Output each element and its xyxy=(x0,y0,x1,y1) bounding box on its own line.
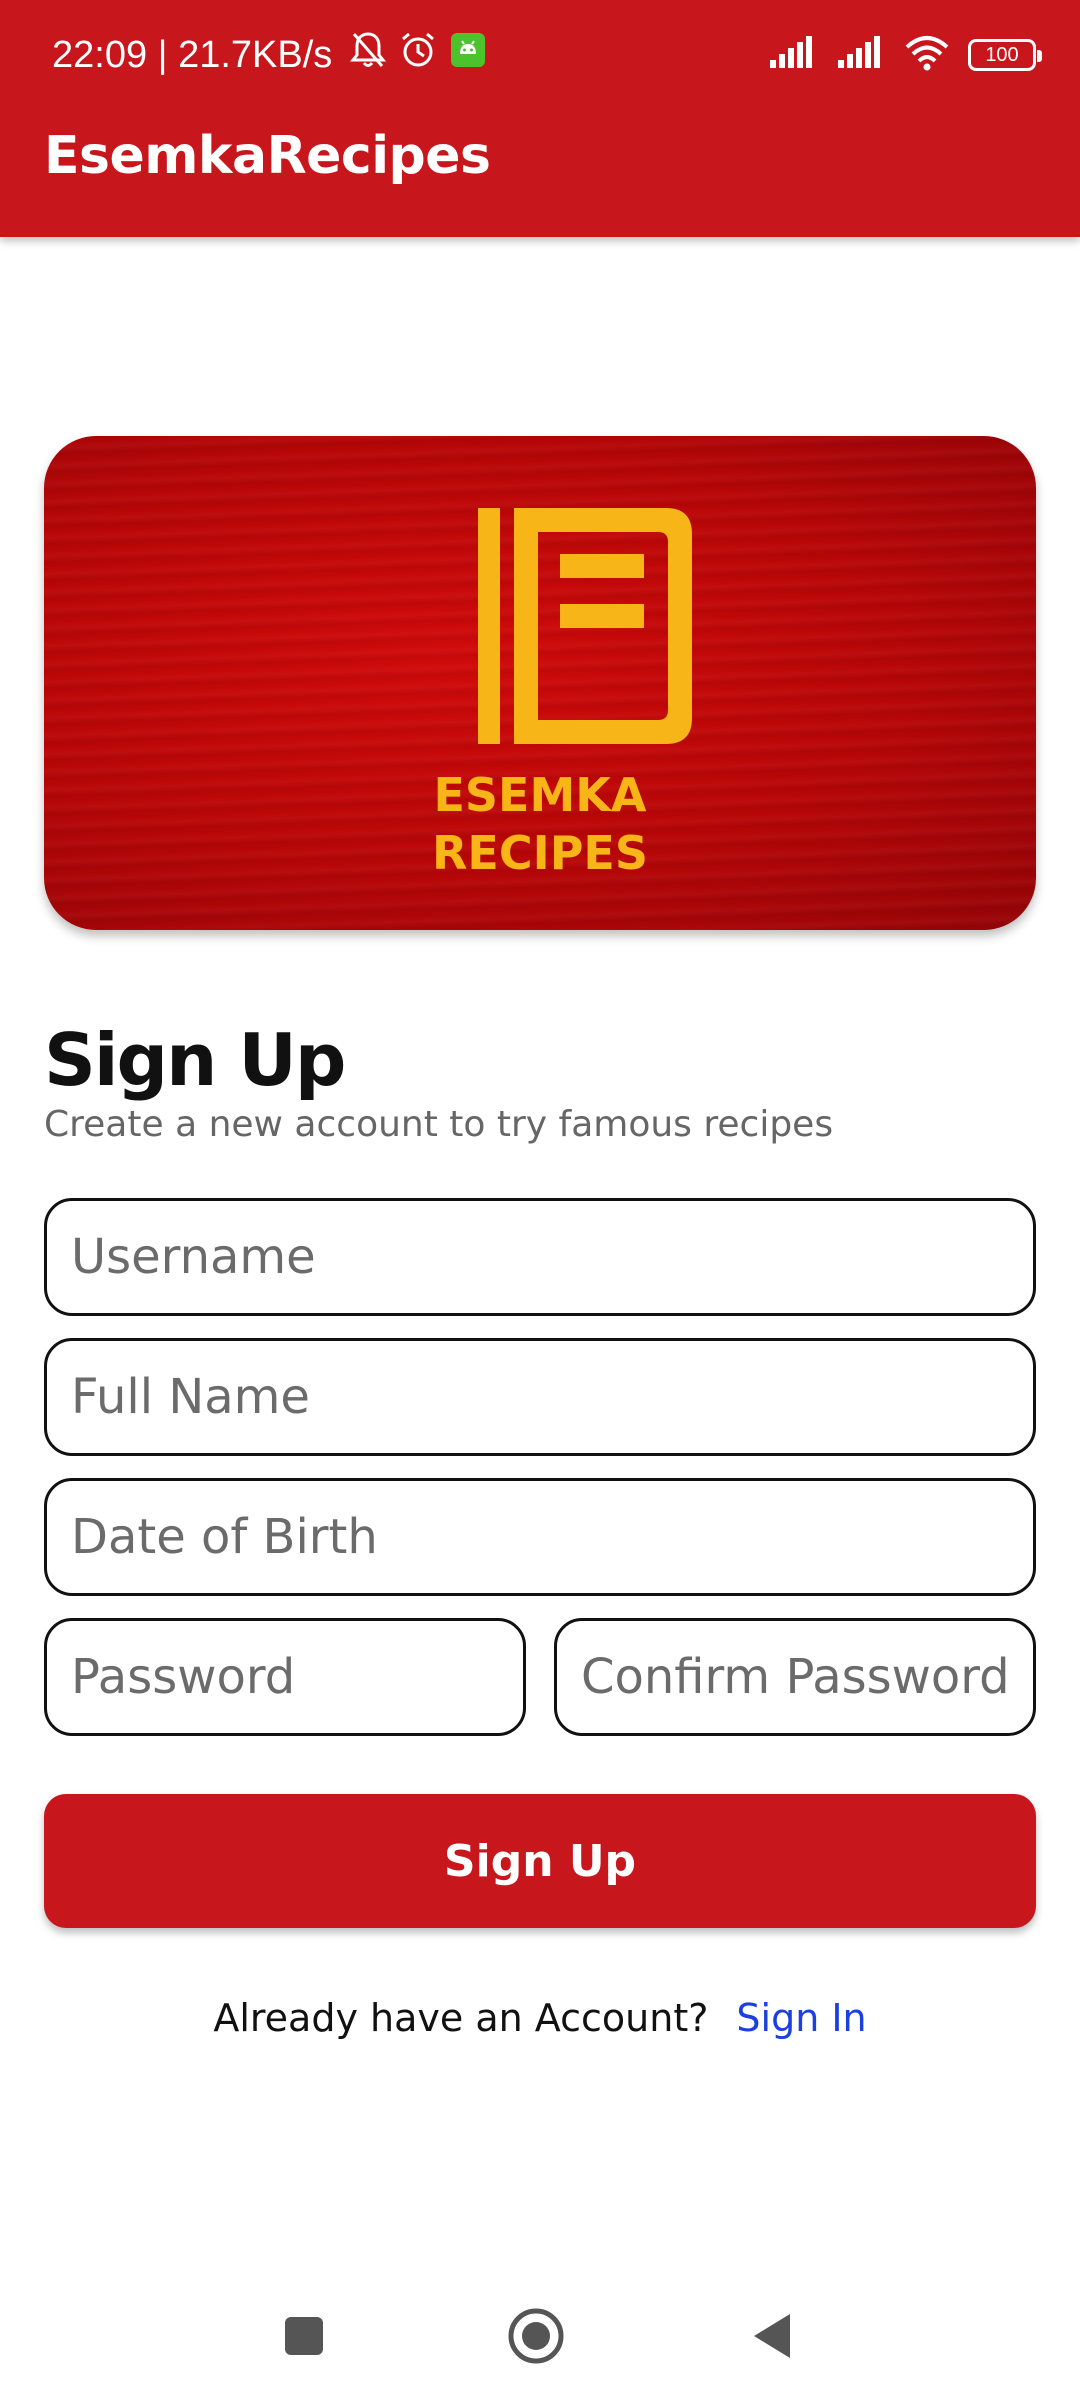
signal-icon xyxy=(836,35,886,75)
back-triangle-icon[interactable] xyxy=(742,2306,802,2366)
wifi-icon xyxy=(904,35,950,76)
password-input[interactable] xyxy=(71,1649,523,1705)
account-question: Already have an Account? xyxy=(213,1996,709,2040)
sign-up-button[interactable]: Sign Up xyxy=(44,1794,1036,1928)
home-circle-icon[interactable] xyxy=(506,2306,566,2366)
status-right: 100 xyxy=(768,32,1042,78)
system-nav-bar xyxy=(0,2280,1080,2390)
username-input[interactable] xyxy=(71,1229,1033,1285)
recipe-book-icon xyxy=(478,508,692,749)
android-app-icon xyxy=(450,32,486,78)
signal-icon xyxy=(768,35,818,75)
banner-brand-text: ESEMKA RECIPES xyxy=(44,766,1036,882)
status-bar: 22:09 | 21.7KB/s 100 xyxy=(0,0,1080,110)
signup-screen: 22:09 | 21.7KB/s 100 EsemkaRecipes ESEMK… xyxy=(0,0,1080,2400)
mute-bell-icon xyxy=(350,30,387,80)
status-notification-icons xyxy=(350,30,486,80)
banner-line-2: RECIPES xyxy=(432,826,648,880)
battery-level: 100 xyxy=(985,43,1019,66)
sign-in-link[interactable]: Sign In xyxy=(736,1996,866,2040)
app-header: 22:09 | 21.7KB/s 100 EsemkaRecipes xyxy=(0,0,1080,237)
brand-banner: ESEMKA RECIPES xyxy=(44,436,1036,930)
app-title: EsemkaRecipes xyxy=(44,126,491,186)
battery-icon: 100 xyxy=(968,39,1042,71)
page-subtitle: Create a new account to try famous recip… xyxy=(44,1104,834,1145)
status-time-speed: 22:09 | 21.7KB/s xyxy=(52,33,333,76)
confirm-password-input[interactable] xyxy=(581,1649,1033,1705)
alarm-icon xyxy=(398,30,438,80)
signin-prompt: Already have an Account? Sign In xyxy=(0,1996,1080,2040)
username-field-box xyxy=(44,1198,1036,1316)
confirm-password-field-box xyxy=(554,1618,1036,1736)
dob-field-box xyxy=(44,1478,1036,1596)
banner-line-1: ESEMKA xyxy=(433,768,647,822)
fullname-field-box xyxy=(44,1338,1036,1456)
page-title: Sign Up xyxy=(44,1018,346,1102)
dob-input[interactable] xyxy=(71,1509,1033,1565)
status-left: 22:09 | 21.7KB/s xyxy=(52,30,486,80)
recents-square-icon[interactable] xyxy=(274,2306,334,2366)
password-field-box xyxy=(44,1618,526,1736)
fullname-input[interactable] xyxy=(71,1369,1033,1425)
